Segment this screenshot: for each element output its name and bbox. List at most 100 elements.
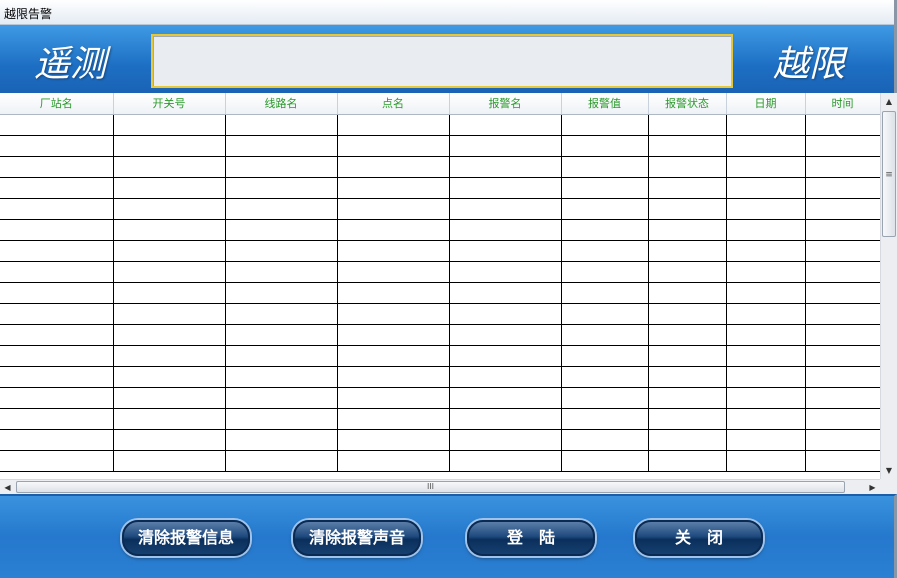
table-cell[interactable] (449, 408, 562, 430)
table-cell[interactable] (726, 177, 806, 199)
table-cell[interactable] (449, 261, 562, 283)
table-cell[interactable] (805, 198, 880, 220)
table-cell[interactable] (225, 282, 338, 304)
table-cell[interactable] (113, 345, 226, 367)
clear-alarm-info-button[interactable]: 清除报警信息 (122, 520, 250, 556)
login-button[interactable]: 登 陆 (467, 520, 595, 556)
table-cell[interactable] (726, 345, 806, 367)
table-cell[interactable] (0, 387, 114, 409)
table-cell[interactable] (648, 303, 727, 325)
table-cell[interactable] (561, 177, 649, 199)
table-cell[interactable] (805, 408, 880, 430)
table-cell[interactable] (225, 387, 338, 409)
table-cell[interactable] (225, 261, 338, 283)
table-cell[interactable] (113, 450, 226, 472)
table-cell[interactable] (113, 198, 226, 220)
table-cell[interactable] (726, 135, 806, 157)
table-cell[interactable] (726, 387, 806, 409)
table-cell[interactable] (805, 450, 880, 472)
table-cell[interactable] (113, 114, 226, 136)
table-cell[interactable] (0, 303, 114, 325)
table-row[interactable] (0, 324, 880, 346)
table-cell[interactable] (337, 282, 450, 304)
table-cell[interactable] (805, 114, 880, 136)
table-cell[interactable] (561, 135, 649, 157)
table-cell[interactable] (648, 156, 727, 178)
table-cell[interactable] (561, 261, 649, 283)
table-cell[interactable] (225, 135, 338, 157)
table-cell[interactable] (225, 156, 338, 178)
table-cell[interactable] (648, 345, 727, 367)
table-row[interactable] (0, 198, 880, 220)
table-cell[interactable] (449, 219, 562, 241)
table-cell[interactable] (225, 198, 338, 220)
table-row[interactable] (0, 450, 880, 472)
table-cell[interactable] (337, 261, 450, 283)
table-cell[interactable] (449, 366, 562, 388)
table-cell[interactable] (449, 156, 562, 178)
table-cell[interactable] (805, 282, 880, 304)
table-cell[interactable] (805, 240, 880, 262)
table-row[interactable] (0, 429, 880, 451)
column-header-point-name[interactable]: 点名 (337, 93, 450, 115)
table-cell[interactable] (449, 324, 562, 346)
table-cell[interactable] (449, 135, 562, 157)
table-cell[interactable] (561, 387, 649, 409)
table-cell[interactable] (805, 387, 880, 409)
table-cell[interactable] (0, 114, 114, 136)
table-cell[interactable] (726, 240, 806, 262)
table-cell[interactable] (726, 156, 806, 178)
table-cell[interactable] (225, 450, 338, 472)
table-cell[interactable] (805, 177, 880, 199)
table-cell[interactable] (805, 135, 880, 157)
table-cell[interactable] (113, 387, 226, 409)
table-cell[interactable] (648, 282, 727, 304)
table-cell[interactable] (726, 408, 806, 430)
table-cell[interactable] (726, 429, 806, 451)
table-cell[interactable] (225, 114, 338, 136)
table-cell[interactable] (113, 282, 226, 304)
table-cell[interactable] (726, 114, 806, 136)
table-cell[interactable] (0, 345, 114, 367)
table-cell[interactable] (0, 177, 114, 199)
table-row[interactable] (0, 156, 880, 178)
table-cell[interactable] (225, 345, 338, 367)
table-cell[interactable] (337, 324, 450, 346)
table-cell[interactable] (561, 114, 649, 136)
table-cell[interactable] (337, 408, 450, 430)
table-cell[interactable] (337, 114, 450, 136)
table-cell[interactable] (648, 450, 727, 472)
table-cell[interactable] (648, 240, 727, 262)
table-cell[interactable] (648, 366, 727, 388)
table-cell[interactable] (0, 429, 114, 451)
table-cell[interactable] (726, 219, 806, 241)
table-cell[interactable] (648, 219, 727, 241)
table-cell[interactable] (0, 282, 114, 304)
table-cell[interactable] (805, 429, 880, 451)
table-cell[interactable] (0, 366, 114, 388)
table-cell[interactable] (225, 324, 338, 346)
table-cell[interactable] (449, 387, 562, 409)
table-cell[interactable] (561, 366, 649, 388)
table-row[interactable] (0, 282, 880, 304)
table-cell[interactable] (113, 261, 226, 283)
table-cell[interactable] (113, 177, 226, 199)
table-cell[interactable] (805, 156, 880, 178)
column-header-station[interactable]: 厂站名 (0, 93, 114, 115)
table-cell[interactable] (337, 429, 450, 451)
table-cell[interactable] (0, 450, 114, 472)
column-header-alarm-value[interactable]: 报警值 (561, 93, 649, 115)
table-row[interactable] (0, 135, 880, 157)
table-row[interactable] (0, 303, 880, 325)
table-cell[interactable] (337, 240, 450, 262)
table-cell[interactable] (805, 366, 880, 388)
table-cell[interactable] (337, 177, 450, 199)
table-cell[interactable] (337, 303, 450, 325)
table-cell[interactable] (805, 345, 880, 367)
column-header-time[interactable]: 时间 (805, 93, 880, 115)
table-row[interactable] (0, 219, 880, 241)
table-cell[interactable] (225, 219, 338, 241)
close-button[interactable]: 关 闭 (635, 520, 763, 556)
table-cell[interactable] (113, 156, 226, 178)
table-cell[interactable] (726, 450, 806, 472)
